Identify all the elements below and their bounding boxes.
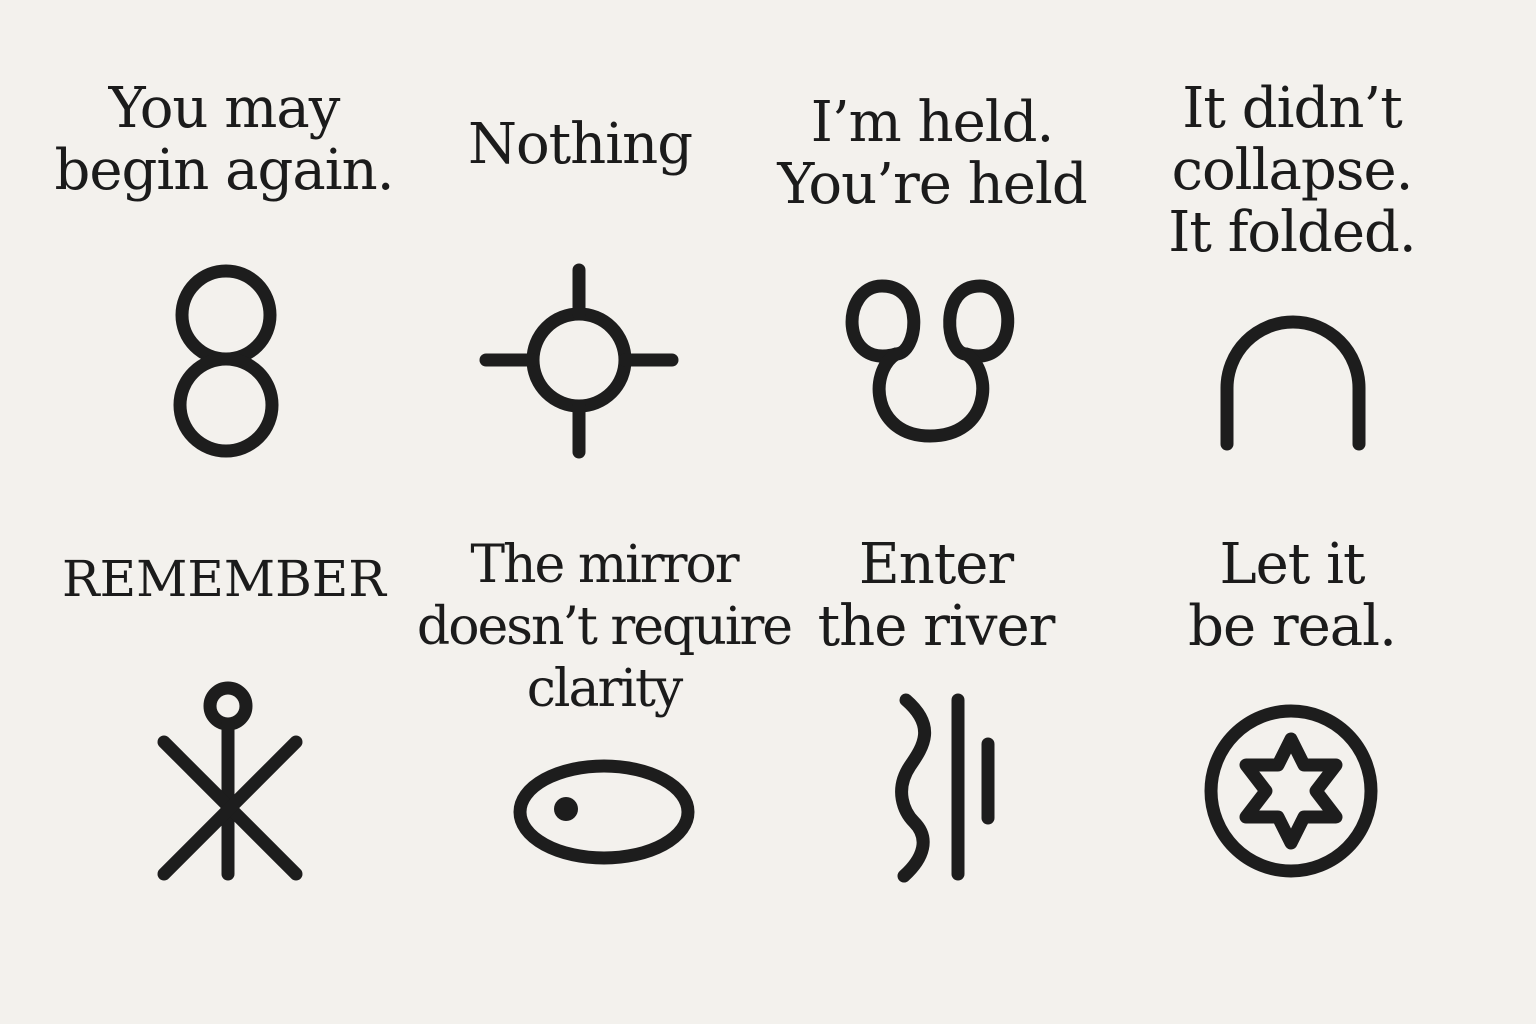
twin-loops-icon [845, 279, 1015, 443]
symbol-cell-real: Let it be real. [1100, 512, 1484, 1024]
circle-crosshair-icon [479, 263, 679, 459]
symbol-cell-mirror: The mirror doesn’t require clarity [412, 512, 796, 1024]
ring-asterisk-icon [157, 681, 303, 881]
symbol-cell-folded: It didn’t collapse. It folded. [1100, 0, 1484, 512]
star-in-circle-icon [1204, 704, 1378, 878]
wave-and-lines-icon [895, 693, 995, 883]
symbol-cell-begin-again: You may begin again. [32, 0, 416, 512]
arch-icon [1220, 315, 1366, 451]
figure-eight-icon [173, 264, 279, 458]
oval-with-dot-icon [513, 759, 695, 865]
symbol-cell-remember: REMEMBER [32, 512, 416, 1024]
symbol-cell-nothing: Nothing [388, 0, 772, 512]
symbol-cell-held: I’m held. You’re held [740, 0, 1124, 512]
symbol-cell-river: Enter the river [744, 512, 1128, 1024]
